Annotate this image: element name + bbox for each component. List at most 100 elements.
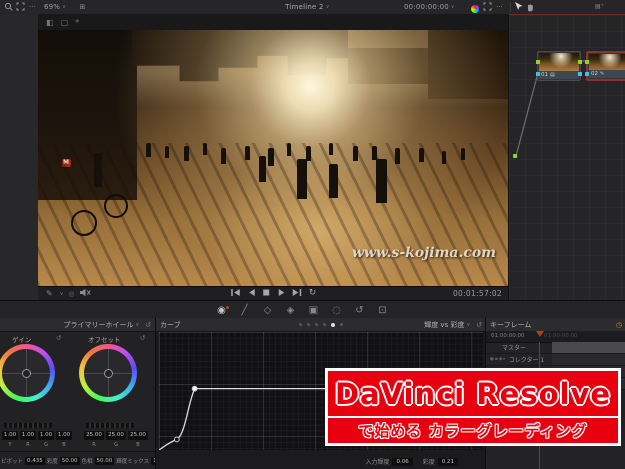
stop-icon[interactable] <box>262 288 271 299</box>
step-back-icon[interactable] <box>247 288 256 299</box>
pivot-value[interactable]: 0.435 <box>25 456 45 465</box>
long-shadows <box>38 143 508 287</box>
row-icons: ●▪◆▸ <box>490 357 507 362</box>
reset-icon[interactable]: ↺ <box>145 321 151 329</box>
node-02-key-in[interactable] <box>585 72 589 76</box>
node-02-labelbar: 02 ✎ <box>589 70 625 78</box>
hand-tool-icon[interactable] <box>523 0 536 13</box>
wipe-a-icon[interactable]: ◧ <box>46 18 54 27</box>
skip-end-icon[interactable] <box>292 288 303 299</box>
offset-master-slider[interactable] <box>84 422 136 429</box>
viewer-panel: ◧ ▢ * M <box>38 14 508 300</box>
node-01-rgb-out[interactable] <box>578 60 582 64</box>
input-luma-value[interactable]: 0.06 <box>392 457 413 466</box>
node-01-labelbar: 01 ▤ <box>539 71 579 79</box>
node-02-number: 02 <box>591 71 598 77</box>
wipe-mode-icon[interactable]: ⊞ <box>76 0 89 13</box>
add-node-icon[interactable]: ▤⁺ <box>595 3 604 10</box>
node-01[interactable]: 01 ▤ <box>536 51 582 81</box>
palette-page-dots[interactable] <box>299 322 343 327</box>
curve-footer: 入力輝度 0.06 彩度 0.21 <box>365 457 458 466</box>
chevron-down-icon: ∨ <box>466 321 471 328</box>
reset-icon[interactable]: ↺ <box>476 321 482 329</box>
gain-label: ゲイン <box>12 336 32 344</box>
gallery-panel <box>0 14 39 300</box>
chevron-down-icon: ∨ <box>450 3 455 10</box>
grab-still-icon[interactable]: ◎ <box>68 290 74 298</box>
wheels-header: プライマリーホイール ∨ ↺ <box>0 318 155 332</box>
keyframe-row-corrector1[interactable]: ●▪◆▸ コレクター 1 <box>486 354 625 366</box>
offset-label: オフセット <box>88 336 121 344</box>
node-01-number: 01 <box>541 72 548 78</box>
node-01-key-in[interactable] <box>536 72 540 76</box>
gain-r-value[interactable]: 1.00 <box>20 431 36 440</box>
hue-value[interactable]: 50.00 <box>94 456 115 465</box>
sat-label: 彩度 <box>422 459 435 466</box>
davinci-resolve-color-page: ··· 69% ∨ ⊞ Timeline 2 ∨ 00:00:00:00 ∨ ··· … <box>0 0 625 469</box>
row-label: マスター <box>502 345 527 352</box>
play-icon[interactable] <box>277 288 286 299</box>
node-02-rgb-in[interactable] <box>585 60 589 64</box>
enhanced-viewer-icon[interactable]: * <box>75 18 79 27</box>
playhead-marker[interactable] <box>536 331 544 337</box>
curve-mode-select[interactable]: 輝度 vs 彩度 <box>424 320 464 330</box>
loop-icon[interactable]: ↻ <box>309 289 317 298</box>
wheels-mode-select[interactable]: プライマリーホイール <box>63 320 133 330</box>
banner-line2: で始める カラーグレーディング <box>358 422 588 440</box>
gain-reset-icon[interactable]: ↺ <box>56 334 61 342</box>
node-02-selected[interactable]: 02 ✎ <box>585 51 625 81</box>
ruler-playhead-timecode: 01:00:00:00 <box>544 333 578 339</box>
viewer-zoom-select[interactable]: 69% ∨ <box>44 0 66 13</box>
pen-icon: ✎ <box>600 71 605 77</box>
hue-label: 色相 <box>81 458 93 465</box>
offset-reset-icon[interactable]: ↺ <box>140 334 145 342</box>
more-icon[interactable]: ··· <box>26 0 39 13</box>
more-icon[interactable]: ··· <box>493 0 506 13</box>
watermark: www.s-kojima.com <box>351 245 496 261</box>
gain-master-slider[interactable] <box>2 422 54 429</box>
node-icon: ▤ <box>550 72 555 78</box>
skip-start-icon[interactable] <box>230 288 241 299</box>
pen-icon[interactable]: ✎ <box>46 289 53 298</box>
saturation-value[interactable]: 50.00 <box>59 456 80 465</box>
ruler-start-timecode: 01:00:00:00 <box>491 333 525 339</box>
pivot-label: ピボット <box>1 458 24 465</box>
offset-b-value[interactable]: 25.00 <box>128 431 148 440</box>
key-icon[interactable]: ↺ <box>353 305 367 316</box>
offset-g-value[interactable]: 25.00 <box>106 431 126 440</box>
viewer-toolbar: ◧ ▢ * <box>38 14 508 30</box>
primary-wheels-panel: プライマリーホイール ∨ ↺ ゲイン ↺ 1.00 1.00 1.00 1.00… <box>0 318 155 469</box>
keyframe-row-master[interactable]: マスター <box>486 342 625 354</box>
transport-bar: ✎ ∨ ◎ ↻ 00:01:57:02 <box>38 286 508 300</box>
gain-balance-dot[interactable] <box>22 369 31 378</box>
gain-b-value[interactable]: 1.00 <box>56 431 72 440</box>
viewer-image: M <box>38 30 508 287</box>
chevron-down-icon: ∨ <box>135 321 140 328</box>
offset-balance-dot[interactable] <box>104 369 113 378</box>
node-01-key-out[interactable] <box>578 72 582 76</box>
wipe-b-icon[interactable]: ▢ <box>61 18 69 27</box>
title-banner: DaVinci Resolve で始める カラーグレーディング <box>325 368 621 446</box>
curves-icon[interactable]: ╱ <box>238 305 252 316</box>
sizing-icon[interactable]: ⊡ <box>376 305 390 316</box>
power-window-icon[interactable]: ◈ <box>284 305 298 316</box>
tracker-icon[interactable]: ▣ <box>307 305 321 316</box>
timecode-select[interactable]: 00:00:00:00 ∨ <box>404 0 455 13</box>
qualifier-icon[interactable]: ◇ <box>261 305 275 316</box>
offset-channel-labels: RGB <box>92 442 140 448</box>
sat-value[interactable]: 0.21 <box>437 457 458 466</box>
viewer-timecode: 00:01:57:02 <box>452 289 502 298</box>
offset-r-value[interactable]: 25.00 <box>84 431 104 440</box>
node-01-rgb-in[interactable] <box>536 60 540 64</box>
curves-header: カーブ 輝度 vs 彩度 ∨ ↺ <box>156 318 486 332</box>
color-wheels-icon[interactable]: ◉ <box>215 305 229 316</box>
mute-icon[interactable] <box>79 288 92 299</box>
gain-values: 1.00 1.00 1.00 1.00 <box>2 431 72 440</box>
blur-icon[interactable]: ◌ <box>330 305 344 316</box>
chevron-down-icon[interactable]: ∨ <box>60 291 64 297</box>
gain-g-value[interactable]: 1.00 <box>38 431 54 440</box>
timeline-select[interactable]: Timeline 2 ∨ <box>285 0 329 13</box>
source-output-port[interactable] <box>513 154 517 158</box>
gain-y-value[interactable]: 1.00 <box>2 431 18 440</box>
clock-icon[interactable]: ◷ <box>616 321 622 329</box>
